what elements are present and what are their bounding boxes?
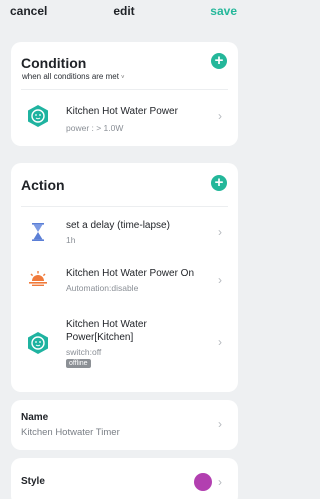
action-card: Action + set a delay (time-lapse) 1h › K… — [11, 163, 238, 392]
name-row[interactable]: Name Kitchen Hotwater Timer › — [11, 400, 238, 450]
action-delay-detail: 1h — [66, 235, 76, 245]
action-item-device[interactable]: Kitchen Hot Water Power[Kitchen] switch:… — [11, 313, 238, 385]
action-device-detail: switch:off — [66, 347, 102, 357]
condition-match-selector[interactable]: when all conditions are met ˅ — [22, 72, 124, 81]
name-label: Name — [21, 412, 49, 423]
chevron-right-icon: › — [218, 335, 222, 349]
top-bar: cancel edit save — [0, 0, 248, 26]
divider — [21, 89, 228, 90]
action-device-name: Kitchen Hot Water Power[Kitchen] — [66, 319, 147, 343]
condition-title: Condition — [21, 55, 87, 71]
style-color-swatch[interactable] — [194, 473, 212, 491]
hourglass-icon — [29, 222, 47, 242]
divider — [21, 206, 228, 207]
action-item-automation[interactable]: Kitchen Hot Water Power On Automation:di… — [11, 257, 238, 301]
chevron-right-icon: › — [218, 273, 222, 287]
action-automation-name: Kitchen Hot Water Power On — [66, 268, 195, 279]
add-condition-button[interactable]: + — [211, 53, 227, 69]
condition-device-detail: power : > 1.0W — [66, 123, 124, 133]
name-value: Kitchen Hotwater Timer — [21, 427, 120, 438]
save-button[interactable]: save — [210, 4, 237, 18]
style-label: Style — [21, 476, 45, 487]
chevron-right-icon: › — [218, 225, 222, 239]
status-badge: offline — [66, 359, 91, 368]
chevron-right-icon: › — [218, 417, 222, 431]
condition-card: Condition + when all conditions are met ˅… — [11, 42, 238, 146]
condition-item[interactable]: Kitchen Hot Water Power power : > 1.0W › — [11, 94, 238, 140]
style-row[interactable]: Style › — [11, 458, 238, 499]
action-item-delay[interactable]: set a delay (time-lapse) 1h › — [11, 211, 238, 253]
action-automation-detail: Automation:disable — [66, 283, 139, 293]
sunset-icon — [28, 269, 48, 287]
add-action-button[interactable]: + — [211, 175, 227, 191]
action-delay-name: set a delay (time-lapse) — [66, 220, 170, 231]
smart-plug-icon — [26, 104, 50, 128]
condition-device-name: Kitchen Hot Water Power — [66, 106, 178, 117]
chevron-right-icon: › — [218, 475, 222, 489]
chevron-right-icon: › — [218, 109, 222, 123]
chevron-down-icon: ˅ — [120, 75, 125, 81]
smart-plug-icon — [26, 331, 50, 355]
action-title: Action — [21, 177, 65, 193]
condition-match-label: when all conditions are met — [22, 72, 119, 81]
